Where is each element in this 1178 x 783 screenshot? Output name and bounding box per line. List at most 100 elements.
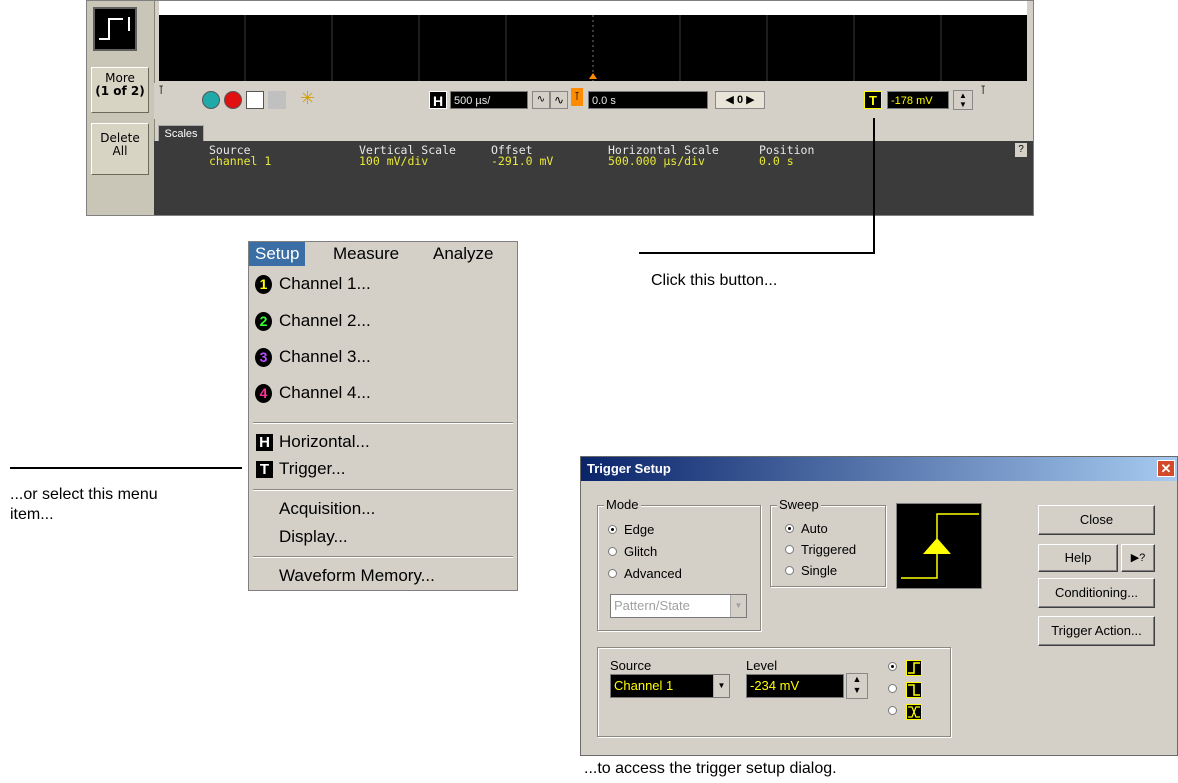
radio-icon	[608, 547, 617, 556]
menu-item-channel-3[interactable]: 3 Channel 3...	[249, 342, 517, 372]
source-label: Source	[610, 658, 652, 673]
menu-item-trigger[interactable]: T Trigger...	[249, 454, 517, 484]
radio-icon	[785, 566, 794, 575]
level-spinner[interactable]: ▲ ▼	[846, 673, 868, 699]
sweep-triggered-radio[interactable]: Triggered	[785, 541, 880, 559]
whats-this-icon[interactable]: ▶?	[1121, 544, 1155, 572]
help-button[interactable]: Help	[1038, 544, 1118, 572]
callout-line-horizontal	[639, 252, 875, 254]
value-position: 0.0 s	[759, 154, 794, 168]
channel-badge-icon: 2	[255, 312, 272, 331]
source-select[interactable]: Channel 1 ▼	[610, 674, 730, 698]
level-field[interactable]: -234 mV	[746, 674, 844, 698]
falling-edge-radio[interactable]	[888, 680, 928, 700]
radio-icon	[608, 569, 617, 578]
menu-item-label: Channel 3...	[279, 347, 371, 366]
menu-item-display[interactable]: Display...	[249, 522, 517, 552]
timebase-field[interactable]: 500 µs/	[450, 91, 528, 109]
radio-label: Advanced	[624, 566, 682, 581]
value-vertical-scale: 100 mV/div	[359, 154, 429, 168]
mode-group: Mode Edge Glitch Advanced Pattern/State …	[597, 497, 761, 631]
print-icon[interactable]	[268, 91, 286, 109]
autoscale-icon[interactable]	[246, 91, 264, 109]
value-source: channel 1	[209, 154, 272, 168]
delay-marker-icon: ⊺	[571, 88, 583, 106]
nav-left-icon[interactable]: ◀	[725, 94, 737, 106]
menu-item-label: Display...	[279, 527, 348, 546]
source-level-group: Source Channel 1 ▼ Level -234 mV ▲ ▼	[597, 647, 951, 737]
menu-item-channel-4[interactable]: 4 Channel 4...	[249, 378, 517, 408]
radio-label: Triggered	[801, 542, 857, 557]
nav-right-icon[interactable]: ▶	[743, 94, 754, 106]
menu-setup[interactable]: Setup	[249, 242, 306, 266]
value-offset: -291.0 mV	[491, 154, 554, 168]
scales-panel: Source Vertical Scale Offset Horizontal …	[154, 141, 1033, 215]
waveform-icon[interactable]: ∿	[550, 91, 568, 109]
waveform-display[interactable]	[159, 1, 1027, 81]
mode-glitch-radio[interactable]: Glitch	[608, 543, 728, 561]
delay-navigator[interactable]: ◀ 0 ▶	[715, 91, 765, 109]
menu-analyze[interactable]: Analyze	[427, 242, 499, 266]
radio-selected-icon	[608, 525, 617, 534]
chevron-down-icon[interactable]: ▼	[713, 675, 729, 697]
tab-scales[interactable]: Scales	[158, 125, 204, 142]
sweep-single-radio[interactable]: Single	[785, 562, 880, 580]
menu-item-label: Trigger...	[279, 459, 346, 478]
run-button-icon[interactable]	[202, 91, 220, 109]
menu-item-channel-2[interactable]: 2 Channel 2...	[249, 306, 517, 336]
annotation-access-dialog: ...to access the trigger setup dialog.	[584, 760, 837, 777]
advanced-mode-value: Pattern/State	[614, 598, 690, 613]
delay-field[interactable]: 0.0 s	[588, 91, 708, 109]
level-value: -234 mV	[750, 678, 800, 693]
conditioning-button[interactable]: Conditioning...	[1038, 578, 1155, 608]
sweep-group: Sweep Auto Triggered Single	[770, 497, 886, 587]
fine-adjust-icon[interactable]: ∿	[532, 91, 550, 109]
setup-menu: Setup Measure Analyze H Horizontal... T …	[248, 241, 518, 591]
trigger-mode-icon[interactable]	[93, 7, 137, 51]
menu-measure[interactable]: Measure	[327, 242, 405, 266]
annotation-click-button: Click this button...	[651, 272, 778, 289]
menu-item-acquisition[interactable]: Acquisition...	[249, 494, 517, 524]
trigger-setup-button[interactable]: T	[864, 91, 882, 109]
callout-line-vertical	[873, 118, 875, 254]
delete-all-button[interactable]: Delete All	[91, 123, 149, 175]
level-label: Level	[746, 658, 778, 673]
trigger-level-spinner[interactable]: ▲ ▼	[953, 90, 973, 110]
rising-edge-radio[interactable]	[888, 658, 928, 678]
trigger-level-field[interactable]: -178 mV	[887, 91, 949, 109]
menu-separator	[253, 489, 513, 491]
close-icon[interactable]: ✕	[1157, 460, 1175, 477]
mode-label: Mode	[604, 497, 641, 512]
all-label: All	[112, 144, 128, 158]
advanced-mode-select: Pattern/State ▼	[610, 594, 747, 618]
menu-item-label: Acquisition...	[279, 499, 376, 518]
radio-selected-icon	[785, 524, 794, 533]
horizontal-badge-icon: H	[256, 434, 273, 451]
trigger-setup-dialog: Trigger Setup ✕ Mode Edge Glitch Advance…	[580, 456, 1178, 756]
menu-item-channel-1[interactable]: 1 Channel 1...	[249, 269, 517, 299]
either-edge-radio[interactable]	[888, 702, 928, 722]
mode-edge-radio[interactable]: Edge	[608, 521, 728, 539]
more-page-label: (1 of 2)	[95, 84, 145, 98]
more-button[interactable]: More (1 of 2)	[91, 67, 149, 113]
either-edge-icon	[906, 704, 922, 720]
channel-badge-icon: 1	[255, 275, 272, 294]
help-icon[interactable]: ?	[1015, 143, 1027, 157]
menu-item-label: Channel 1...	[279, 274, 371, 293]
menu-item-label: Channel 2...	[279, 311, 371, 330]
close-button[interactable]: Close	[1038, 505, 1155, 535]
stop-button-icon[interactable]	[224, 91, 242, 109]
menu-item-waveform-memory[interactable]: Waveform Memory...	[249, 561, 517, 590]
horizontal-badge: H	[429, 91, 447, 109]
mode-advanced-radio[interactable]: Advanced	[608, 565, 728, 583]
trigger-action-button[interactable]: Trigger Action...	[1038, 616, 1155, 646]
brightness-icon[interactable]: ✳	[300, 88, 315, 109]
dialog-title: Trigger Setup	[587, 461, 671, 476]
dialog-title-bar[interactable]: Trigger Setup	[581, 457, 1177, 481]
menu-item-label: Horizontal...	[279, 432, 370, 451]
sweep-auto-radio[interactable]: Auto	[785, 520, 880, 538]
menu-separator	[253, 556, 513, 558]
menu-bar: Setup Measure Analyze	[249, 242, 517, 268]
menu-item-horizontal[interactable]: H Horizontal...	[249, 427, 517, 457]
radio-label: Glitch	[624, 544, 658, 559]
